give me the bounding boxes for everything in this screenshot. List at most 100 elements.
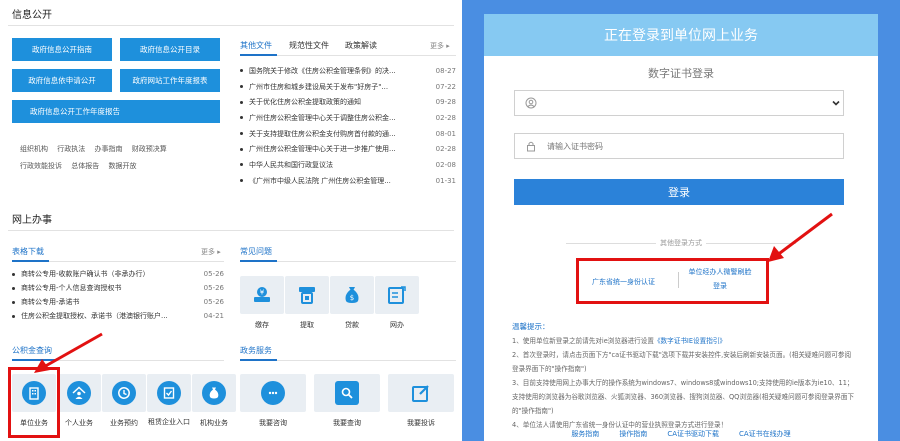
ie-setting-guide-link[interactable]: 《数字证书IE设置指引》	[654, 337, 726, 345]
faq-withdraw-card[interactable]	[285, 276, 329, 314]
faq-deposit-card[interactable]: ¥	[240, 276, 284, 314]
money-bag-icon	[202, 381, 226, 405]
operation-guide-link[interactable]: 操作指南	[619, 429, 647, 439]
bottom-links: 服务指南 操作指南 CA证书驱动下载 CA证书在线办理	[484, 429, 878, 439]
active-tab-indicator	[240, 54, 277, 56]
tips-section: 温馨提示： 1、使用单位新登录之前请先对ie浏览器进行设置《数字证书IE设置指引…	[512, 320, 857, 432]
list-item[interactable]: 关于优化住房公积金提取政策的通知 09-28	[240, 94, 456, 110]
gov-website-report-button[interactable]: 政府网站工作年度报表	[120, 69, 220, 92]
gov-label: 我要咨询	[259, 419, 287, 427]
list-item[interactable]: 关于支持提取住房公积金支付购房首付款的通... 08-01	[240, 126, 456, 142]
list-item[interactable]: 《广州市中级人民法院 广州住房公积金管理... 01-31	[240, 173, 456, 189]
withdraw-icon	[295, 283, 319, 307]
personal-business-card[interactable]	[57, 374, 101, 412]
tab-form-download[interactable]: 表格下载	[12, 246, 44, 257]
ca-driver-download-link[interactable]: CA证书驱动下载	[667, 429, 719, 439]
gjj-label: 个人业务	[65, 419, 93, 427]
gov-label: 我要投诉	[407, 419, 435, 427]
gjj-label: 机构业务	[200, 419, 228, 427]
tab-normative-files[interactable]: 规范性文件	[289, 40, 329, 51]
clock-icon	[112, 381, 136, 405]
faq-loan-card[interactable]: $	[330, 276, 374, 314]
online-service-title: 网上办事	[12, 215, 52, 226]
list-item[interactable]: 中华人民共和国行政复议法 02-08	[240, 157, 456, 173]
list-item[interactable]: 国务院关于修改《住房公积金管理条例》的决... 08-27	[240, 63, 456, 79]
link-complaint[interactable]: 行政效能投诉	[20, 162, 62, 170]
svg-text:¥: ¥	[260, 289, 265, 297]
highlight-box	[576, 258, 769, 304]
login-button[interactable]: 登录	[514, 179, 844, 205]
tips-title: 温馨提示：	[512, 322, 550, 331]
chevron-down-icon	[831, 98, 841, 110]
tip-3: 3、目前支持使用网上办事大厅的操作系统为windows7、windows8或wi…	[512, 379, 855, 415]
list-item[interactable]: 广州住房公积金管理中心关于进一步推广使用... 02-28	[240, 141, 456, 157]
lock-icon	[525, 140, 537, 152]
svg-text:$: $	[350, 294, 354, 302]
gov-info-annual-report-button[interactable]: 政府信息公开工作年度报告	[12, 100, 220, 123]
gjj-label: 业务预约	[110, 419, 138, 427]
login-header: 正在登录到单位网上业务	[484, 14, 878, 56]
info-public-title: 信息公开	[12, 10, 52, 21]
list-item[interactable]: 住房公积金提取授权、承诺书（港澳银行账户... 04-21	[12, 309, 224, 323]
home-person-icon	[67, 381, 91, 405]
list-item[interactable]: 商转公专用-收款账户确认书（非承办行） 05-26	[12, 267, 224, 281]
link-law[interactable]: 行政执法	[57, 145, 85, 153]
deposit-icon: ¥	[250, 283, 274, 307]
faq-label: 网办	[390, 321, 404, 329]
link-org[interactable]: 组织机构	[20, 145, 48, 153]
forms-more-link[interactable]: 更多 ▸	[201, 247, 221, 257]
divider	[8, 230, 454, 231]
complaint-card[interactable]	[388, 374, 454, 412]
arrow-annotation-icon	[768, 212, 833, 262]
info-links-row1: 组织机构 行政执法 办事指南 财政预决算	[20, 144, 174, 154]
active-tab-indicator	[240, 359, 277, 361]
edit-icon	[409, 381, 433, 405]
tab-policy[interactable]: 政策解读	[345, 40, 377, 51]
list-item[interactable]: 商转公专用-个人信息查询授权书 05-26	[12, 281, 224, 295]
edit-doc-icon	[385, 283, 409, 307]
link-open-data[interactable]: 数据开放	[108, 162, 136, 170]
money-bag-icon: $	[340, 283, 364, 307]
arrow-annotation-icon	[34, 332, 103, 373]
gov-info-guide-button[interactable]: 政府信息公开指南	[12, 38, 112, 61]
tip-1: 1、使用单位新登录之前请先对ie浏览器进行设置	[512, 337, 654, 345]
gov-info-apply-button[interactable]: 政府信息依申请公开	[12, 69, 112, 92]
left-panel: 信息公开 政府信息公开指南 政府信息公开目录 政府信息依申请公开 政府网站工作年…	[0, 0, 462, 441]
chat-icon	[261, 381, 285, 405]
institution-card[interactable]	[192, 374, 236, 412]
faq-label: 缴存	[255, 321, 269, 329]
info-links-row2: 行政效能投诉 总体报告 数据开放	[20, 161, 143, 171]
gjj-label: 租赁企业入口	[148, 418, 190, 426]
cert-password-field[interactable]	[514, 133, 844, 159]
faq-online-card[interactable]	[375, 276, 419, 314]
check-doc-icon	[157, 381, 181, 405]
link-budget[interactable]: 财政预决算	[132, 145, 167, 153]
consult-card[interactable]	[240, 374, 306, 412]
faq-label: 提取	[300, 321, 314, 329]
news-more-link[interactable]: 更多 ▸	[430, 41, 450, 51]
user-icon	[525, 97, 537, 109]
list-item[interactable]: 广州市住房和城乡建设局关于发布"好房子"... 07-22	[240, 79, 456, 95]
ca-online-link[interactable]: CA证书在线办理	[739, 429, 791, 439]
divider	[8, 25, 454, 26]
search-icon	[335, 381, 359, 405]
cert-select-value	[547, 98, 843, 108]
gov-info-catalog-button[interactable]: 政府信息公开目录	[120, 38, 220, 61]
form-list: 商转公专用-收款账户确认书（非承办行） 05-26 商转公专用-个人信息查询授权书…	[12, 267, 224, 323]
rental-enterprise-card[interactable]	[147, 374, 191, 412]
appointment-card[interactable]	[102, 374, 146, 412]
active-tab-indicator	[240, 260, 277, 262]
tip-2: 2、首次登录时，请点击页面下方"ca证书驱动下载"选项下载并安装控件,安装后刷新…	[512, 351, 852, 373]
link-guide[interactable]: 办事指南	[94, 145, 122, 153]
service-guide-link[interactable]: 服务指南	[571, 429, 599, 439]
query-card[interactable]	[314, 374, 380, 412]
tab-faq[interactable]: 常见问题	[240, 246, 272, 257]
cert-select[interactable]	[514, 90, 844, 116]
cert-password-input[interactable]	[547, 141, 843, 151]
gov-label: 我要查询	[333, 419, 361, 427]
tab-other-files[interactable]: 其他文件	[240, 40, 272, 51]
list-item[interactable]: 广州住房公积金管理中心关于调整住房公积金... 02-28	[240, 110, 456, 126]
list-item[interactable]: 商转公专用-承诺书 05-26	[12, 295, 224, 309]
link-summary[interactable]: 总体报告	[71, 162, 99, 170]
cert-login-title: 数字证书登录	[648, 67, 714, 80]
